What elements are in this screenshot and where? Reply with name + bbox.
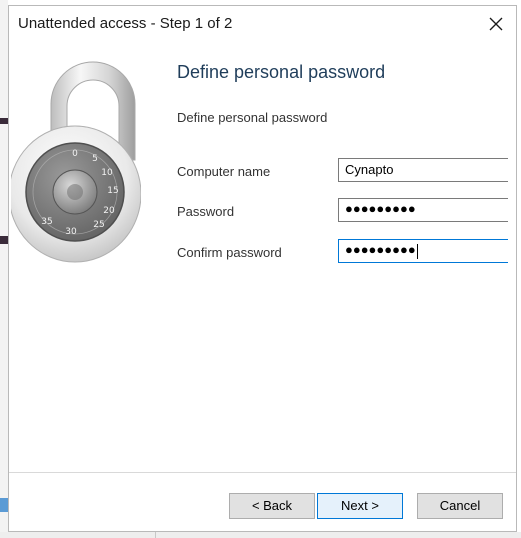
background-app-bottom-edge	[0, 532, 521, 538]
background-fragment	[0, 118, 8, 124]
background-fragment	[0, 236, 8, 244]
page-subheading: Define personal password	[177, 110, 328, 125]
password-input[interactable]: ●●●●●●●●●	[338, 198, 508, 222]
dial-number: 35	[41, 217, 52, 227]
password-value: ●●●●●●●●●	[345, 201, 416, 216]
cancel-button[interactable]: Cancel	[417, 493, 503, 519]
background-divider	[155, 532, 156, 538]
dial-number: 0	[72, 149, 78, 159]
page-heading: Define personal password	[177, 62, 386, 82]
confirm-password-value: ●●●●●●●●●	[345, 242, 416, 257]
background-app-left-edge	[0, 0, 8, 538]
close-icon	[489, 17, 503, 31]
computer-name-value: Cynapto	[345, 162, 394, 177]
screen: Unattended access - Step 1 of 2 0 5 10 1…	[0, 0, 521, 538]
computer-name-label: Computer name	[177, 164, 271, 179]
dialog-title: Unattended access - Step 1 of 2	[18, 15, 233, 32]
close-button[interactable]	[486, 14, 506, 34]
background-fragment	[0, 498, 8, 512]
dial-number: 20	[103, 206, 115, 216]
next-button[interactable]: Next >	[317, 493, 403, 519]
confirm-password-label: Confirm password	[177, 245, 282, 260]
footer-divider	[9, 472, 516, 473]
padlock-illustration: 0 5 10 15 20 25 30 35	[8, 52, 142, 264]
dial-number: 30	[65, 227, 77, 237]
unattended-access-dialog: Unattended access - Step 1 of 2 0 5 10 1…	[8, 5, 517, 532]
dial-number: 10	[101, 168, 113, 178]
title-bar: Unattended access - Step 1 of 2	[9, 6, 516, 40]
text-caret	[416, 244, 418, 260]
dial-number: 25	[93, 220, 104, 230]
confirm-password-input[interactable]: ●●●●●●●●●	[338, 239, 508, 263]
dial-number: 15	[107, 186, 118, 196]
back-button[interactable]: < Back	[229, 493, 315, 519]
dial-number: 5	[92, 154, 98, 164]
password-label: Password	[177, 204, 235, 219]
computer-name-input[interactable]: Cynapto	[338, 158, 508, 182]
